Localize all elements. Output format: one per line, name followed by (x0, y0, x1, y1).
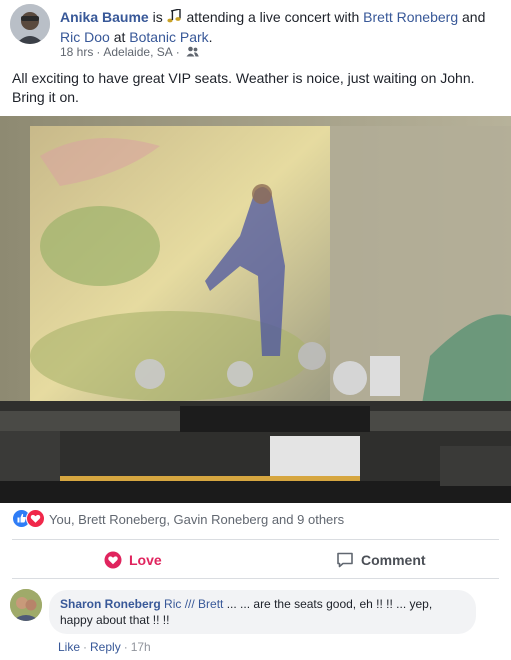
at-text: at (113, 29, 126, 45)
reactions-summary[interactable]: You, Brett Roneberg, Gavin Roneberg and … (12, 509, 344, 529)
activity-verb-text: attending a live concert with (186, 9, 360, 25)
post-meta: 18 hrs · Adelaide, SA · (60, 44, 199, 60)
commenter-avatar[interactable] (10, 589, 42, 621)
comment-action-icon (336, 550, 354, 568)
activity-period: . (208, 29, 213, 45)
author-avatar-image (10, 4, 50, 44)
reactions-summary-text[interactable]: You, Brett Roneberg, Gavin Roneberg and … (49, 512, 344, 527)
post-location[interactable]: Adelaide, SA (103, 45, 172, 59)
post-header: Anika Baume is attending a live concert … (0, 0, 511, 62)
love-icon (26, 509, 45, 528)
music-note-icon (167, 8, 183, 23)
comment-bubble: Sharon Roneberg Ric /// Brett ... ... ar… (49, 590, 476, 634)
comment-button[interactable]: Comment (336, 546, 426, 574)
author-name[interactable]: Anika Baume (60, 9, 149, 25)
post-timestamp[interactable]: 18 hrs (60, 45, 93, 59)
commenter-avatar-image (10, 589, 42, 621)
tagged-friend-2[interactable]: Ric Doo (60, 29, 110, 45)
comment-actions: Like · Reply · 17h (58, 640, 151, 654)
comment-reply-link[interactable]: Reply (90, 640, 121, 654)
comment-tagged-names[interactable]: Ric /// Brett (164, 597, 223, 611)
tagged-friend-1[interactable]: Brett Roneberg (363, 9, 458, 25)
concert-photo[interactable] (0, 116, 511, 503)
comment-timestamp[interactable]: 17h (131, 640, 151, 654)
actions-divider-top (12, 539, 499, 540)
actions-divider-bottom (12, 578, 499, 579)
post-body-text: All exciting to have great VIP seats. We… (12, 70, 475, 105)
friends-audience-icon[interactable] (186, 45, 199, 57)
comment-button-label: Comment (361, 552, 426, 568)
love-button-label: Love (129, 552, 162, 568)
activity-is-text: is (152, 9, 163, 25)
love-action-icon (104, 550, 122, 569)
commenter-name[interactable]: Sharon Roneberg (60, 597, 161, 611)
author-avatar[interactable] (10, 4, 50, 44)
love-button[interactable]: Love (104, 546, 162, 574)
place-link[interactable]: Botanic Park (129, 29, 208, 45)
comment-like-link[interactable]: Like (58, 640, 80, 654)
post-activity-line: Anika Baume is attending a live concert … (60, 7, 500, 47)
concert-stage-image (0, 116, 511, 503)
and-text: and (462, 9, 486, 25)
